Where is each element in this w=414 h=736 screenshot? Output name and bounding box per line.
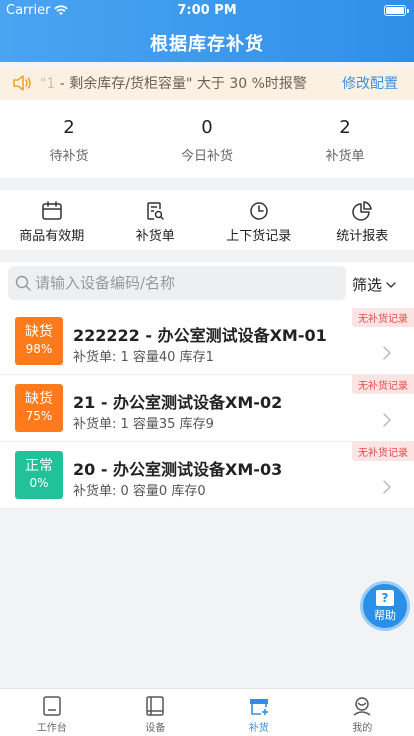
device-details: 补货单: 0 容量0 库存0 bbox=[73, 484, 206, 499]
pie-chart-icon bbox=[352, 201, 372, 221]
chevron-down-icon bbox=[386, 281, 396, 288]
filter-label: 筛选 bbox=[352, 276, 383, 294]
stat-label: 今日补货 bbox=[180, 149, 233, 164]
calendar-icon bbox=[42, 201, 62, 220]
stat-restock-orders[interactable]: 2 补货单 bbox=[276, 100, 414, 178]
help-label: 帮助 bbox=[374, 609, 396, 622]
clock: 7:00 PM bbox=[177, 3, 237, 18]
chevron-right-icon bbox=[383, 480, 391, 494]
stat-today-restock[interactable]: 0 今日补货 bbox=[138, 100, 276, 178]
stock-percent: 98% bbox=[25, 342, 53, 356]
tab-label: 工作台 bbox=[36, 723, 67, 734]
tab-label: 我的 bbox=[352, 723, 373, 734]
header: Carrier 7:00 PM 根据库存补货 bbox=[0, 0, 414, 62]
stock-status: 正常 bbox=[25, 458, 53, 474]
stock-percent: 75% bbox=[25, 409, 53, 423]
device-icon bbox=[146, 696, 164, 716]
device-title: 21 - 办公室测试设备XM-02 bbox=[73, 393, 283, 412]
device-list: 缺货 98% 222222 - 办公室测试设备XM-01 补货单: 1 容量40… bbox=[0, 308, 414, 509]
stock-status: 缺货 bbox=[25, 391, 53, 407]
stat-label: 待补货 bbox=[49, 149, 89, 164]
tab-workbench[interactable]: 工作台 bbox=[0, 689, 104, 736]
clock-icon bbox=[250, 202, 268, 220]
notice-quote-prefix: "1 bbox=[40, 76, 56, 92]
stat-value: 2 bbox=[63, 117, 75, 138]
workbench-icon bbox=[43, 696, 61, 716]
restock-icon bbox=[249, 699, 268, 715]
modify-config-link[interactable]: 修改配置 bbox=[342, 73, 398, 93]
stat-value: 0 bbox=[201, 117, 213, 138]
stat-value: 2 bbox=[339, 117, 351, 138]
tab-label: 补货 bbox=[248, 723, 269, 734]
search-box[interactable] bbox=[8, 266, 346, 300]
notice-text: "1 - 剩余库存/货柜容量" 大于 30 %时报警 bbox=[40, 73, 342, 93]
menu-item-expiry[interactable]: 商品有效期 bbox=[0, 190, 104, 250]
tab-label: 设备 bbox=[145, 723, 166, 734]
tab-profile[interactable]: 我的 bbox=[311, 689, 414, 736]
no-restock-record-tag: 无补货记录 bbox=[352, 442, 414, 461]
function-menu: 商品有效期 补货单 上下货记录 统计报表 bbox=[0, 190, 414, 250]
menu-label: 商品有效期 bbox=[19, 229, 85, 244]
chevron-right-icon bbox=[383, 346, 391, 360]
alert-notice-bar: "1 - 剩余库存/货柜容量" 大于 30 %时报警 修改配置 bbox=[0, 67, 414, 99]
help-icon: ? bbox=[376, 590, 394, 606]
battery-icon bbox=[384, 5, 409, 16]
stock-percent: 0% bbox=[29, 476, 49, 490]
stat-label: 补货单 bbox=[325, 149, 365, 164]
profile-icon bbox=[353, 697, 371, 716]
stock-status: 缺货 bbox=[25, 324, 53, 340]
menu-label: 统计报表 bbox=[336, 229, 389, 244]
stock-status-badge: 缺货 75% bbox=[15, 384, 63, 432]
menu-label: 上下货记录 bbox=[226, 229, 292, 244]
stats-panel: 2 待补货 0 今日补货 2 补货单 bbox=[0, 100, 414, 178]
device-title: 222222 - 办公室测试设备XM-01 bbox=[73, 326, 327, 345]
speaker-icon bbox=[13, 75, 31, 91]
menu-item-restock-order[interactable]: 补货单 bbox=[104, 190, 208, 250]
device-row[interactable]: 缺货 98% 222222 - 办公室测试设备XM-01 补货单: 1 容量40… bbox=[0, 308, 414, 375]
search-row: 筛选 bbox=[0, 262, 414, 308]
device-details: 补货单: 1 容量35 库存9 bbox=[73, 417, 214, 432]
menu-item-load-records[interactable]: 上下货记录 bbox=[207, 190, 311, 250]
notice-message: - 剩余库存/货柜容量" 大于 30 %时报警 bbox=[55, 76, 307, 92]
device-row[interactable]: 正常 0% 20 - 办公室测试设备XM-03 补货单: 0 容量0 库存0 无… bbox=[0, 442, 414, 509]
stat-pending-restock[interactable]: 2 待补货 bbox=[0, 100, 138, 178]
tab-restock[interactable]: 补货 bbox=[207, 689, 311, 736]
menu-item-statistics[interactable]: 统计报表 bbox=[311, 190, 414, 250]
device-title: 20 - 办公室测试设备XM-03 bbox=[73, 460, 283, 479]
tab-device[interactable]: 设备 bbox=[104, 689, 208, 736]
search-input[interactable] bbox=[35, 274, 346, 292]
bottom-tab-bar: 工作台 设备 补货 我的 bbox=[0, 688, 414, 736]
doc-search-icon bbox=[147, 202, 164, 220]
stock-status-badge: 正常 0% bbox=[15, 451, 63, 499]
device-details: 补货单: 1 容量40 库存1 bbox=[73, 350, 214, 365]
status-bar: Carrier 7:00 PM bbox=[0, 0, 414, 20]
device-row[interactable]: 缺货 75% 21 - 办公室测试设备XM-02 补货单: 1 容量35 库存9… bbox=[0, 375, 414, 442]
filter-button[interactable]: 筛选 bbox=[352, 274, 396, 295]
menu-label: 补货单 bbox=[135, 229, 175, 244]
no-restock-record-tag: 无补货记录 bbox=[352, 308, 414, 327]
stock-status-badge: 缺货 98% bbox=[15, 317, 63, 365]
page-title: 根据库存补货 bbox=[150, 34, 264, 55]
chevron-right-icon bbox=[383, 413, 391, 427]
no-restock-record-tag: 无补货记录 bbox=[352, 375, 414, 394]
search-icon bbox=[15, 275, 31, 291]
help-button[interactable]: ? 帮助 bbox=[360, 581, 410, 631]
